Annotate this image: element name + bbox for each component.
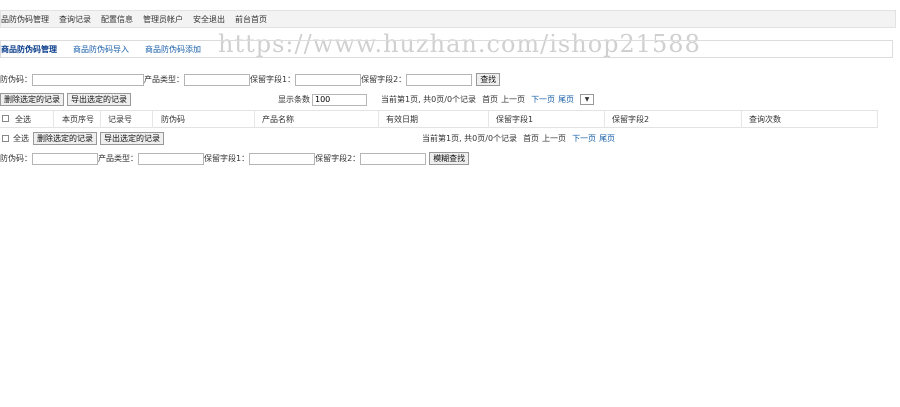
nav-config-info[interactable]: 配置信息 <box>101 14 133 25</box>
pager-first-bottom[interactable]: 首页 <box>523 133 539 144</box>
pager-next[interactable]: 下一页 <box>531 94 555 105</box>
fuzzy-search-button[interactable]: 模糊查找 <box>429 152 470 165</box>
reserved2-input-bottom[interactable] <box>360 152 427 165</box>
col-reserved2: 保留字段2 <box>612 115 650 124</box>
pager-next-bottom[interactable]: 下一页 <box>572 133 596 144</box>
col-page-index: 本页序号 <box>62 115 94 124</box>
code-label-bottom: 防伪码： <box>0 154 32 163</box>
pager-info-bottom: 当前第1页, 共0页/0个记录 <box>422 134 518 143</box>
search-row-top: 防伪码： 产品类型： 保留字段1： 保留字段2： 查找 <box>0 73 503 86</box>
pager-prev-bottom[interactable]: 上一页 <box>542 133 566 144</box>
col-reserved1: 保留字段1 <box>496 115 534 124</box>
subnav-code-add[interactable]: 商品防伪码添加 <box>145 44 201 55</box>
top-nav: 品防伪码管理 查询记录 配置信息 管理员帐户 安全退出 前台首页 <box>0 10 896 28</box>
reserved2-input[interactable] <box>406 73 473 86</box>
bottom-toolbar-row: 全选 删除选定的记录 导出选定的记录 当前第1页, 共0页/0个记录 首页 上一… <box>0 132 893 145</box>
search-row-bottom: 防伪码： 产品类型： 保留字段1： 保留字段2： 模糊查找 <box>0 152 472 165</box>
nav-frontend-home[interactable]: 前台首页 <box>235 14 267 25</box>
col-product-name: 产品名称 <box>262 115 294 124</box>
pager-first[interactable]: 首页 <box>482 94 498 105</box>
reserved1-input[interactable] <box>295 73 362 86</box>
toolbar-row: 删除选定的记录 导出选定的记录 显示条数 当前第1页, 共0页/0个记录 首页 … <box>0 93 893 106</box>
subnav-code-import[interactable]: 商品防伪码导入 <box>73 44 129 55</box>
pager-info: 当前第1页, 共0页/0个记录 <box>381 95 477 104</box>
pager-last[interactable]: 尾页 <box>558 94 574 105</box>
product-type-label: 产品类型： <box>144 75 184 84</box>
col-code: 防伪码 <box>161 115 185 124</box>
reserved2-label: 保留字段2： <box>361 75 407 84</box>
reserved1-label-bottom: 保留字段1： <box>204 154 250 163</box>
code-input-bottom[interactable] <box>32 152 98 165</box>
col-select-all: 全选 <box>15 115 31 124</box>
reserved1-input-bottom[interactable] <box>249 152 316 165</box>
subnav-code-management[interactable]: 商品防伪码管理 <box>1 44 57 55</box>
export-selected-button[interactable]: 导出选定的记录 <box>67 93 131 106</box>
col-query-count[interactable]: 查询次数 <box>749 114 781 125</box>
reserved1-label: 保留字段1： <box>250 75 296 84</box>
sub-nav: 商品防伪码管理 商品防伪码导入 商品防伪码添加 <box>0 40 893 58</box>
code-input[interactable] <box>32 73 144 86</box>
product-type-input-bottom[interactable] <box>138 152 204 165</box>
code-label: 防伪码： <box>0 75 32 84</box>
col-record-no: 记录号 <box>108 115 132 124</box>
select-all-checkbox[interactable] <box>2 115 9 122</box>
count-input[interactable] <box>312 93 367 106</box>
page-select[interactable]: ▼ <box>580 94 595 105</box>
col-valid-date: 有效日期 <box>386 115 418 124</box>
nav-query-records[interactable]: 查询记录 <box>59 14 91 25</box>
product-type-label-bottom: 产品类型： <box>98 154 138 163</box>
delete-selected-button[interactable]: 删除选定的记录 <box>0 93 64 106</box>
chevron-down-icon: ▼ <box>584 96 590 103</box>
select-all-checkbox-bottom[interactable] <box>2 135 9 142</box>
table-header: 全选 本页序号 记录号 防伪码 产品名称 有效日期 保留字段1 保留字段2 查询… <box>0 110 878 128</box>
export-selected-button-bottom[interactable]: 导出选定的记录 <box>100 132 164 145</box>
count-label: 显示条数 <box>278 95 310 104</box>
pager-last-bottom[interactable]: 尾页 <box>599 133 615 144</box>
reserved2-label-bottom: 保留字段2： <box>315 154 361 163</box>
nav-product-code-mgmt[interactable]: 品防伪码管理 <box>1 14 49 25</box>
pager-prev[interactable]: 上一页 <box>501 94 525 105</box>
nav-admin-account[interactable]: 管理员帐户 <box>143 14 183 25</box>
delete-selected-button-bottom[interactable]: 删除选定的记录 <box>33 132 97 145</box>
search-button[interactable]: 查找 <box>476 73 501 86</box>
select-all-label: 全选 <box>13 134 29 143</box>
product-type-input[interactable] <box>184 73 250 86</box>
nav-logout[interactable]: 安全退出 <box>193 14 225 25</box>
